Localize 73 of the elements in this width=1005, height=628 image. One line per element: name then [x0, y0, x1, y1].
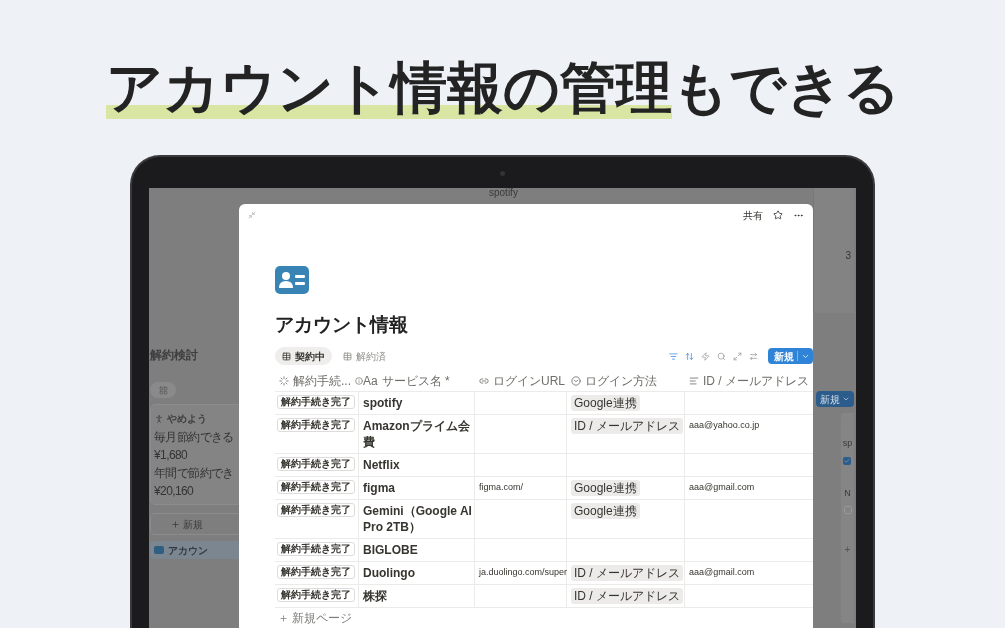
- card-title: sp: [842, 437, 853, 450]
- status-tag: 解約手続き完了: [277, 395, 355, 409]
- option-tag: Google連携: [571, 480, 640, 496]
- card-title: やめよう: [167, 412, 207, 426]
- new-button[interactable]: 新規: [768, 348, 813, 364]
- option-tag: ID / メールアドレス: [571, 565, 683, 581]
- card-text: 毎月節約できる: [154, 430, 234, 444]
- status-tag: 解約手続き完了: [277, 588, 355, 602]
- url-text[interactable]: ja.duolingo.com/super: [479, 565, 568, 579]
- lightning-icon[interactable]: [701, 351, 710, 361]
- service-name: spotify: [363, 395, 403, 411]
- caret-icon: [842, 395, 850, 403]
- person-icon: [154, 413, 164, 424]
- select-icon: [571, 375, 581, 386]
- card-title: N: [844, 486, 851, 500]
- status-tag: 解約手続き完了: [277, 480, 355, 494]
- status-tag: 解約手続き完了: [277, 542, 355, 556]
- status-tag: 解約手続き完了: [277, 418, 355, 432]
- service-name: Duolingo: [363, 565, 415, 581]
- service-name: 株探: [363, 588, 387, 604]
- text-lines-icon: [689, 375, 699, 386]
- service-name: BIGLOBE: [363, 542, 418, 558]
- share-button[interactable]: 共有: [743, 207, 763, 223]
- status-tag: 解約手続き完了: [277, 565, 355, 579]
- card-text: 年間で節約でき: [154, 466, 234, 480]
- service-name: Amazonプライム会費: [363, 418, 471, 450]
- camera-icon: [500, 171, 505, 176]
- card-text: ¥1,680: [154, 448, 188, 462]
- email-text: aaa@yahoo.co.jp: [689, 419, 760, 432]
- info-icon: [355, 376, 363, 385]
- service-name: figma: [363, 480, 395, 496]
- email-text: aaa@gmail.com: [689, 566, 755, 579]
- card-text: ¥20,160: [154, 484, 194, 498]
- option-tag: ID / メールアドレス: [571, 588, 683, 604]
- view-tab[interactable]: 契約中: [275, 347, 332, 365]
- service-name: Gemini（Google AI Pro 2TB）: [363, 503, 473, 535]
- new-button[interactable]: 新規: [816, 391, 854, 407]
- status-tag: 解約手続き完了: [277, 457, 355, 471]
- column-header[interactable]: ログインURL: [475, 370, 567, 391]
- collapse-icon[interactable]: [248, 211, 256, 219]
- email-text: aaa@gmail.com: [689, 481, 755, 494]
- sort-icon[interactable]: [685, 351, 694, 361]
- search-icon[interactable]: [717, 351, 726, 361]
- table-icon: [282, 351, 291, 361]
- plus-icon: [279, 613, 288, 623]
- view-tab[interactable]: 解約済: [336, 347, 393, 365]
- service-name: Netflix: [363, 457, 400, 473]
- new-page-button[interactable]: 新規ページ: [275, 608, 356, 628]
- link-icon: [479, 375, 489, 386]
- expand-icon[interactable]: [733, 351, 742, 361]
- column-header[interactable]: ログイン方法: [567, 370, 685, 391]
- option-tag: ID / メールアドレス: [571, 418, 683, 434]
- contact-card-icon: [275, 266, 309, 294]
- checkbox[interactable]: [843, 456, 852, 465]
- option-tag: Google連携: [571, 395, 640, 411]
- page-title: アカウント情報: [275, 313, 409, 337]
- option-tag: Google連携: [571, 503, 640, 519]
- column-header[interactable]: 解約手続...: [275, 370, 359, 391]
- section-title: 解約検討: [150, 347, 198, 364]
- status-tag: 解約手続き完了: [277, 503, 355, 517]
- column-header[interactable]: ID / メールアドレス: [685, 370, 813, 391]
- grid-icon: [158, 385, 168, 395]
- plus-icon: [171, 519, 180, 529]
- table-icon: [343, 351, 352, 361]
- gallery-view-button[interactable]: [150, 382, 176, 398]
- count-label: 3: [845, 249, 851, 263]
- column-header[interactable]: Aa サービス名 *: [359, 370, 475, 391]
- url-text[interactable]: figma.com/: [479, 480, 523, 494]
- star-icon[interactable]: [773, 210, 783, 220]
- filter-icon[interactable]: [669, 351, 678, 361]
- text-type-icon: Aa: [363, 371, 378, 390]
- status-icon: [279, 375, 289, 386]
- card-title: spotify: [489, 188, 519, 199]
